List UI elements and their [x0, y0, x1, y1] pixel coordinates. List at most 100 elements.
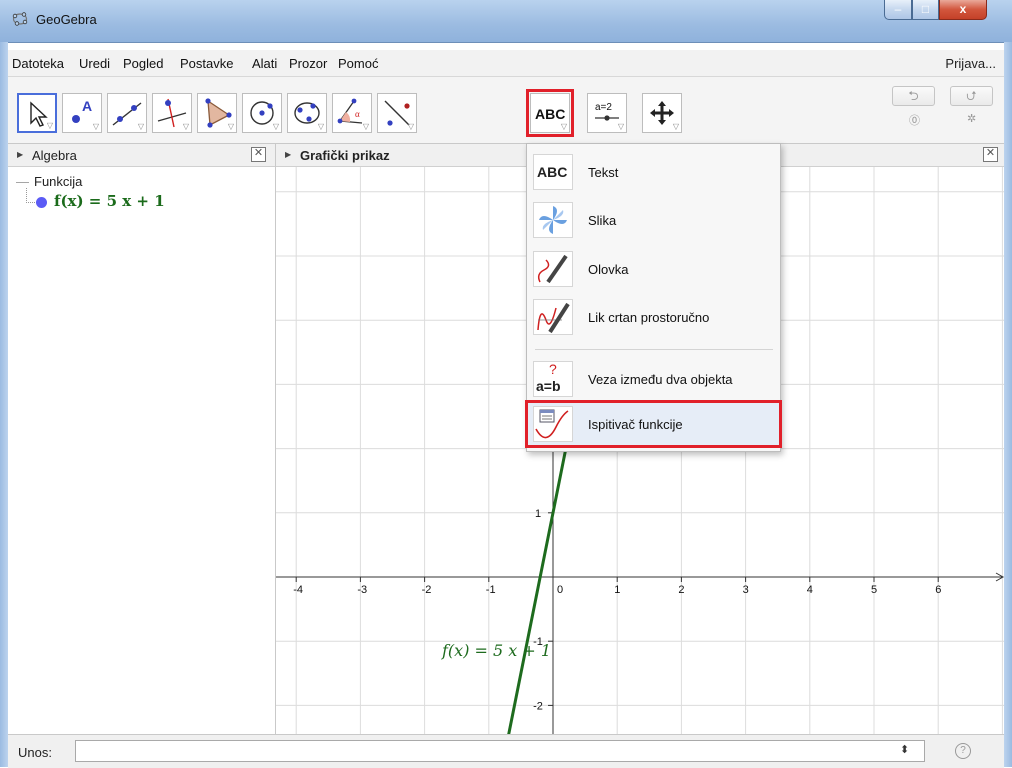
dropdown-triangle-icon: ▽: [46, 121, 53, 130]
dropdown-item-label: Veza između dva objekta: [588, 372, 733, 387]
x-tick-label: 6: [935, 584, 941, 596]
y-tick-label: -2: [533, 700, 543, 712]
window-title: GeoGebra: [36, 12, 97, 27]
dropdown-triangle-icon: ▽: [227, 122, 234, 131]
algebra-header: ▶ Algebra ✕: [8, 144, 275, 167]
y-tick-label: 1: [535, 508, 541, 520]
close-graphics-icon[interactable]: ✕: [983, 147, 998, 162]
x-tick-label: -1: [486, 584, 496, 596]
dropdown-item-veza[interactable]: ? a=b Veza između dva objekta: [527, 357, 780, 401]
line-tool-button[interactable]: ▽: [107, 93, 147, 133]
function-inspector-icon: [533, 406, 573, 442]
login-link[interactable]: Prijava...: [945, 56, 996, 71]
relation-icon: ? a=b: [533, 361, 573, 397]
x-tick-label: 1: [614, 584, 620, 596]
angle-tool-button[interactable]: α ▽: [332, 93, 372, 133]
abc-icon: ABC: [533, 154, 573, 190]
dropdown-item-tekst[interactable]: ABC Tekst: [527, 150, 780, 194]
maximize-button[interactable]: □: [912, 0, 939, 20]
graphics-title: Grafički prikaz: [300, 148, 390, 163]
redo-button[interactable]: ⮍: [950, 86, 993, 106]
menu-pomoc[interactable]: Pomoć: [338, 56, 378, 71]
window-frame-right: [1004, 42, 1012, 767]
panel-collapse-icon[interactable]: ▶: [285, 150, 291, 159]
perpendicular-tool-button[interactable]: ▽: [152, 93, 192, 133]
svg-text:A: A: [82, 98, 92, 114]
abc-icon: ABC: [535, 106, 566, 122]
algebra-view: ▶ Algebra ✕ — Funkcija f(x) = 5 x + 1: [8, 144, 276, 734]
gear-icon[interactable]: ✲: [967, 112, 976, 125]
maximize-icon: □: [921, 2, 930, 16]
undo-button[interactable]: ⮌: [892, 86, 935, 106]
x-tick-label: 4: [807, 584, 813, 596]
text-tool-button[interactable]: ABC ▽: [526, 89, 574, 137]
move-tool-button[interactable]: ▽: [17, 93, 57, 133]
geogebra-window: GeoGebra – □ x Datoteka Uredi Pogled Pos…: [0, 0, 1012, 768]
close-icon: x: [959, 2, 967, 16]
dropdown-triangle-icon: ▽: [92, 122, 99, 131]
dropdown-separator: [535, 349, 773, 350]
dropdown-item-slika[interactable]: Slika: [527, 198, 780, 242]
undo-icon: ⮌: [908, 88, 919, 103]
window-frame-left: [0, 42, 8, 767]
dropdown-item-label: Lik crtan prostoručno: [588, 310, 710, 325]
geogebra-logo-icon: [12, 12, 28, 26]
dropdown-triangle-icon: ▽: [672, 122, 679, 131]
text-tools-dropdown: ABC Tekst Slika Olovka Lik crtan prostor…: [525, 143, 782, 452]
dropdown-triangle-icon: ▽: [407, 122, 414, 131]
help-icon[interactable]: ⓪: [909, 112, 920, 128]
x-tick-label: -3: [357, 584, 367, 596]
title-bar: GeoGebra – □ x: [0, 0, 1012, 43]
polygon-tool-button[interactable]: ▽: [197, 93, 237, 133]
dropdown-item-olovka[interactable]: Olovka: [527, 247, 780, 291]
x-tick-label: 0: [557, 584, 563, 596]
dropdown-item-label: Slika: [588, 213, 617, 228]
dropdown-triangle-icon: ▽: [560, 122, 567, 131]
slider-tool-button[interactable]: a=2 ▽: [587, 93, 627, 133]
algebra-category[interactable]: — Funkcija: [16, 174, 83, 189]
point-tool-button[interactable]: A ▽: [62, 93, 102, 133]
input-field[interactable]: [75, 740, 925, 762]
dropdown-item-lik[interactable]: Lik crtan prostoručno: [527, 295, 780, 339]
x-tick-label: 5: [871, 584, 877, 596]
dropdown-item-label: Olovka: [588, 262, 629, 277]
move-graphics-tool-button[interactable]: ▽: [642, 93, 682, 133]
dropdown-item-label: Tekst: [588, 165, 619, 180]
dropdown-triangle-icon: ▽: [137, 122, 144, 131]
dropdown-triangle-icon: ▽: [317, 122, 324, 131]
svg-text:α: α: [355, 109, 360, 119]
menu-prozor[interactable]: Prozor: [289, 56, 327, 71]
slider-tool-label: a=2: [595, 102, 612, 113]
reflect-tool-button[interactable]: ▽: [377, 93, 417, 133]
conic-tool-button[interactable]: ▽: [287, 93, 327, 133]
input-bar: Unos: ⬍ ?: [8, 734, 1004, 768]
dropdown-triangle-icon: ▽: [362, 122, 369, 131]
dropdown-triangle-icon: ▽: [182, 122, 189, 131]
category-label: Funkcija: [34, 174, 83, 189]
circle-tool-button[interactable]: ▽: [242, 93, 282, 133]
redo-icon: ⮍: [966, 88, 977, 103]
collapse-minus-icon[interactable]: —: [16, 174, 29, 189]
menu-postavke[interactable]: Postavke: [180, 56, 233, 71]
pinwheel-image-icon: [533, 202, 573, 238]
minimize-button[interactable]: –: [884, 0, 912, 20]
help-icon[interactable]: ?: [955, 743, 971, 759]
x-tick-label: -4: [293, 584, 303, 596]
x-tick-label: 2: [678, 584, 684, 596]
panel-collapse-icon[interactable]: ▶: [17, 150, 23, 159]
pen-icon: [533, 251, 573, 287]
x-tick-label: -2: [422, 584, 432, 596]
menu-datoteka[interactable]: Datoteka: [12, 56, 64, 71]
dropdown-item-label: Ispitivač funkcije: [588, 417, 683, 432]
menu-uredi[interactable]: Uredi: [79, 56, 110, 71]
visibility-dot-icon[interactable]: [36, 197, 47, 208]
menu-pogled[interactable]: Pogled: [123, 56, 163, 71]
menu-alati[interactable]: Alati: [252, 56, 277, 71]
algebra-item-function[interactable]: f(x) = 5 x + 1: [54, 192, 165, 210]
close-button[interactable]: x: [939, 0, 987, 20]
history-updown-icon[interactable]: ⬍: [900, 743, 909, 756]
menu-bar: Datoteka Uredi Pogled Postavke Alati Pro…: [8, 50, 1004, 77]
dropdown-item-ispitivac[interactable]: Ispitivač funkcije: [525, 400, 782, 448]
input-label: Unos:: [18, 745, 52, 760]
close-algebra-icon[interactable]: ✕: [251, 147, 266, 162]
